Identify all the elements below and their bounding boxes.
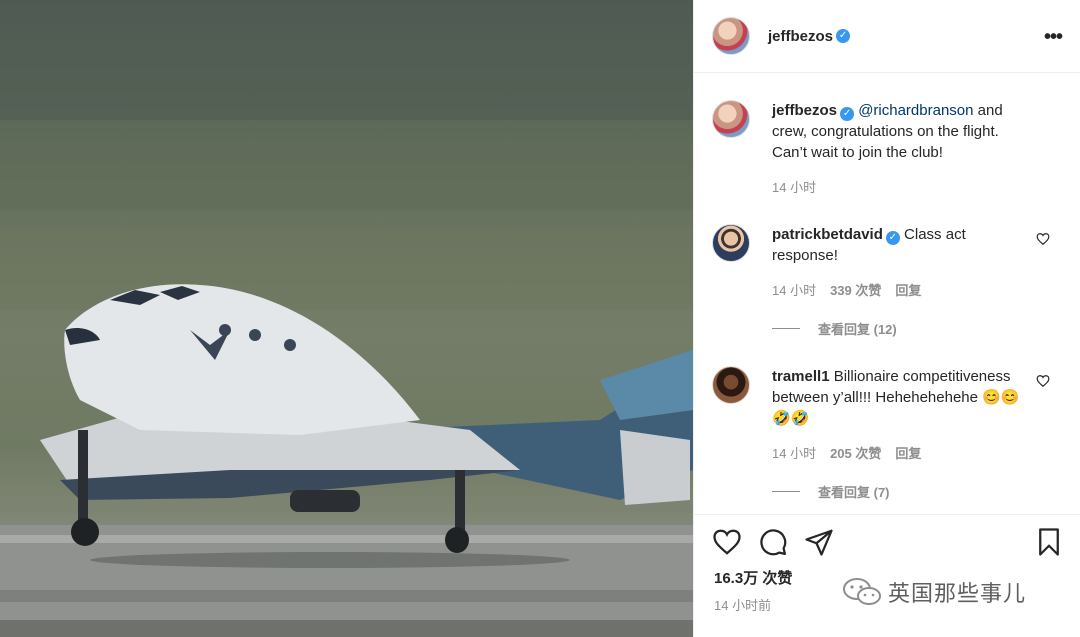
post-image[interactable] bbox=[0, 0, 693, 637]
caption-time[interactable]: 14 小时 bbox=[772, 177, 816, 196]
verified-badge-icon: ✓ bbox=[836, 29, 851, 43]
avatar[interactable] bbox=[712, 366, 750, 404]
avatar[interactable] bbox=[712, 17, 750, 55]
reply-button[interactable]: 回复 bbox=[895, 280, 921, 299]
comment-username[interactable]: patrickbetdavid bbox=[772, 226, 883, 243]
view-replies-button[interactable]: 查看回复 (12) bbox=[772, 319, 1024, 338]
share-icon[interactable] bbox=[804, 527, 834, 557]
view-replies-label: 查看回复 (12) bbox=[818, 322, 897, 337]
view-replies-button[interactable]: 查看回复 (7) bbox=[772, 482, 1024, 501]
comment-likes[interactable]: 339 次赞 bbox=[830, 280, 881, 299]
comment-time[interactable]: 14 小时 bbox=[772, 443, 816, 462]
comment-item: tramell1 Billionaire competitiveness bet… bbox=[694, 366, 1080, 501]
watermark: 英国那些事儿 bbox=[842, 576, 1026, 608]
post-actions: 16.3万 次赞 14 小时前 英国那些事儿 bbox=[694, 514, 1080, 637]
comment-meta: 14 小时 339 次赞 回复 bbox=[772, 280, 1024, 299]
header-username[interactable]: jeffbezos bbox=[768, 28, 833, 45]
post-side-panel: jeffbezos ✓ ••• jeffbezos ✓ @richardbrans… bbox=[693, 0, 1080, 637]
bookmark-icon[interactable] bbox=[1034, 527, 1064, 557]
comment-likes[interactable]: 205 次赞 bbox=[830, 443, 881, 462]
comment-text: patrickbetdavid ✓ Class act response! bbox=[772, 224, 1024, 266]
action-icons bbox=[712, 527, 1064, 557]
heart-icon[interactable] bbox=[712, 527, 742, 557]
avatar[interactable] bbox=[712, 100, 750, 138]
caption-text: jeffbezos ✓ @richardbranson and crew, con… bbox=[772, 100, 1024, 163]
view-replies-label: 查看回复 (7) bbox=[818, 485, 890, 500]
post-header: jeffbezos ✓ ••• bbox=[694, 0, 1080, 73]
like-comment-heart-icon[interactable] bbox=[1036, 232, 1050, 246]
replies-divider bbox=[772, 328, 800, 329]
verified-badge-icon: ✓ bbox=[840, 107, 855, 121]
replies-divider bbox=[772, 491, 800, 492]
caption-meta: 14 小时 bbox=[772, 177, 1024, 196]
comment-text: tramell1 Billionaire competitiveness bet… bbox=[772, 366, 1024, 429]
caption: jeffbezos ✓ @richardbranson and crew, con… bbox=[694, 100, 1080, 196]
watermark-text: 英国那些事儿 bbox=[888, 581, 1027, 606]
comment-time[interactable]: 14 小时 bbox=[772, 280, 816, 299]
reply-button[interactable]: 回复 bbox=[895, 443, 921, 462]
header-user: jeffbezos ✓ bbox=[768, 28, 851, 45]
comment-meta: 14 小时 205 次赞 回复 bbox=[772, 443, 1024, 462]
verified-badge-icon: ✓ bbox=[885, 231, 900, 245]
more-options-icon[interactable]: ••• bbox=[1044, 26, 1063, 49]
comments-section: jeffbezos ✓ @richardbranson and crew, con… bbox=[694, 74, 1080, 514]
wechat-icon bbox=[843, 578, 881, 605]
avatar[interactable] bbox=[712, 224, 750, 262]
mention-link[interactable]: @richardbranson bbox=[858, 102, 973, 119]
spaceplane-photo bbox=[0, 0, 693, 637]
comment-icon[interactable] bbox=[758, 527, 788, 557]
comment-item: patrickbetdavid ✓ Class act response! 14 … bbox=[694, 224, 1080, 338]
like-comment-heart-icon[interactable] bbox=[1036, 374, 1050, 388]
caption-username[interactable]: jeffbezos bbox=[772, 102, 837, 119]
post-timestamp[interactable]: 14 小时前 bbox=[714, 595, 771, 614]
comment-username[interactable]: tramell1 bbox=[772, 368, 830, 385]
like-count[interactable]: 16.3万 次赞 bbox=[714, 567, 792, 588]
